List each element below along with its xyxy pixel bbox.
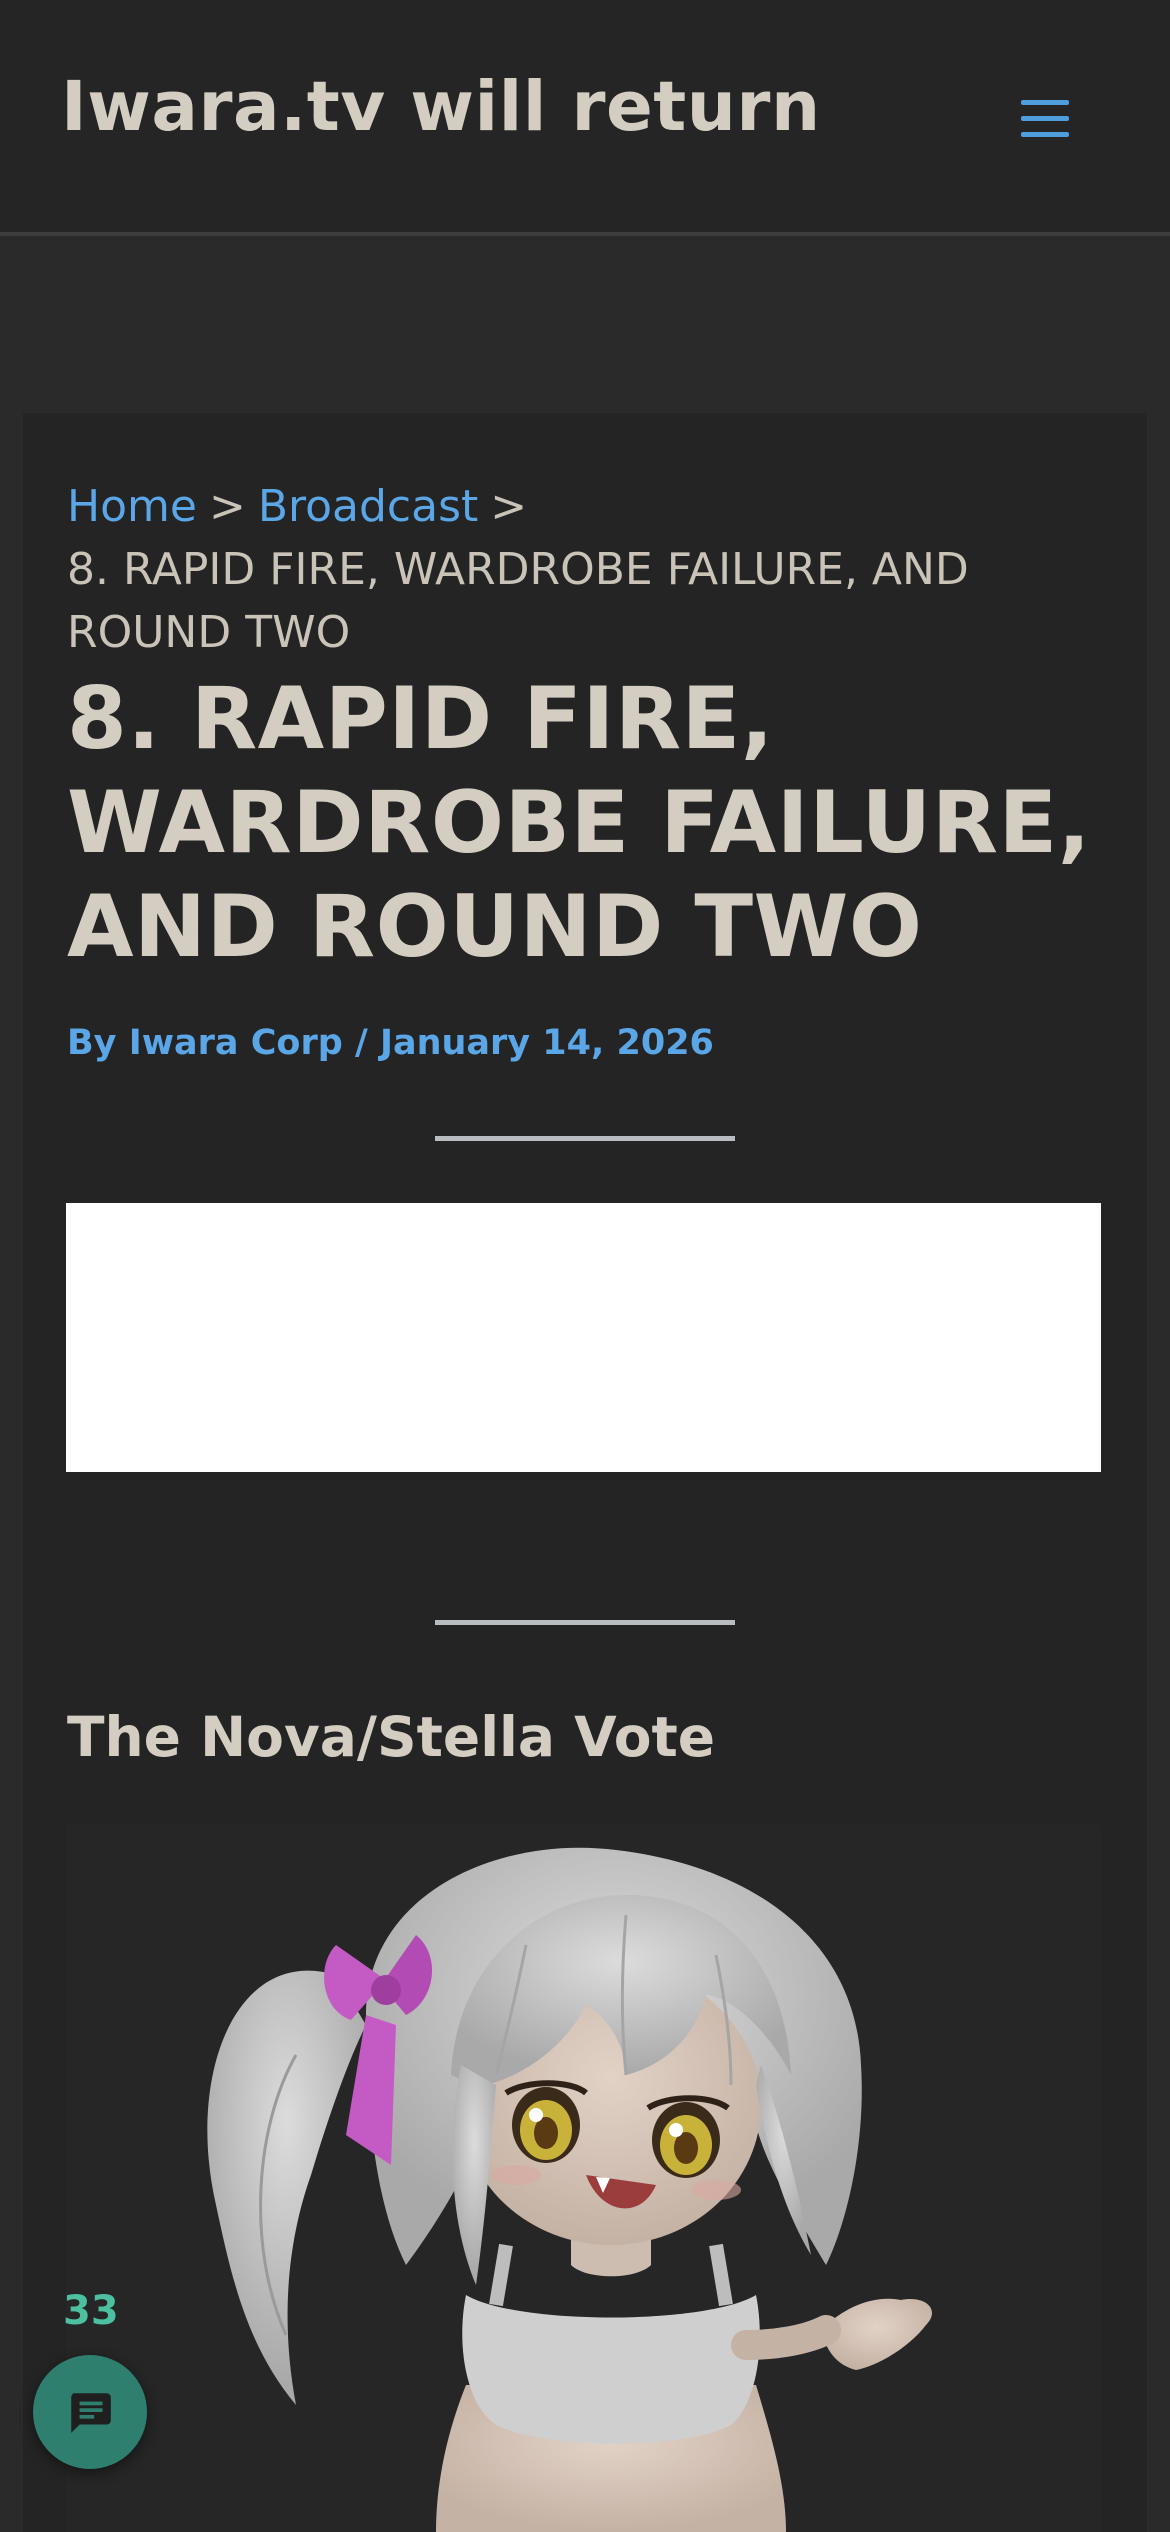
comment-count: 33 bbox=[63, 2288, 119, 2334]
article-title: 8. RAPID FIRE, WARDROBE FAILURE, AND ROU… bbox=[67, 669, 1091, 977]
comments-button[interactable] bbox=[33, 2355, 147, 2469]
byline-separator: / bbox=[354, 1023, 368, 1063]
byline-prefix: By bbox=[67, 1023, 117, 1063]
section-heading: The Nova/Stella Vote bbox=[67, 1705, 716, 1769]
breadcrumb: Home > Broadcast > 8. RAPID FIRE, WARDROBE … bbox=[67, 475, 1077, 664]
site-header: Iwara.tv will return bbox=[0, 0, 1170, 236]
post-date-link[interactable]: January 14, 2026 bbox=[380, 1023, 714, 1063]
breadcrumb-separator: > bbox=[490, 481, 528, 532]
hamburger-menu-icon[interactable] bbox=[1018, 96, 1076, 144]
chat-bubble-icon bbox=[71, 2393, 111, 2433]
breadcrumb-current: 8. RAPID FIRE, WARDROBE FAILURE, AND ROU… bbox=[67, 544, 969, 658]
breadcrumb-broadcast-link[interactable]: Broadcast bbox=[258, 481, 478, 532]
breadcrumb-separator: > bbox=[208, 481, 246, 532]
site-title[interactable]: Iwara.tv will return bbox=[61, 69, 821, 146]
top-divider bbox=[435, 1136, 735, 1141]
anime-character-image bbox=[66, 1825, 1101, 2532]
bottom-divider bbox=[435, 1620, 735, 1625]
author-link[interactable]: Iwara Corp bbox=[129, 1023, 343, 1063]
breadcrumb-home-link[interactable]: Home bbox=[67, 481, 197, 532]
ad-slot[interactable] bbox=[66, 1203, 1101, 1472]
article-byline: By Iwara Corp / January 14, 2026 bbox=[67, 1023, 714, 1063]
